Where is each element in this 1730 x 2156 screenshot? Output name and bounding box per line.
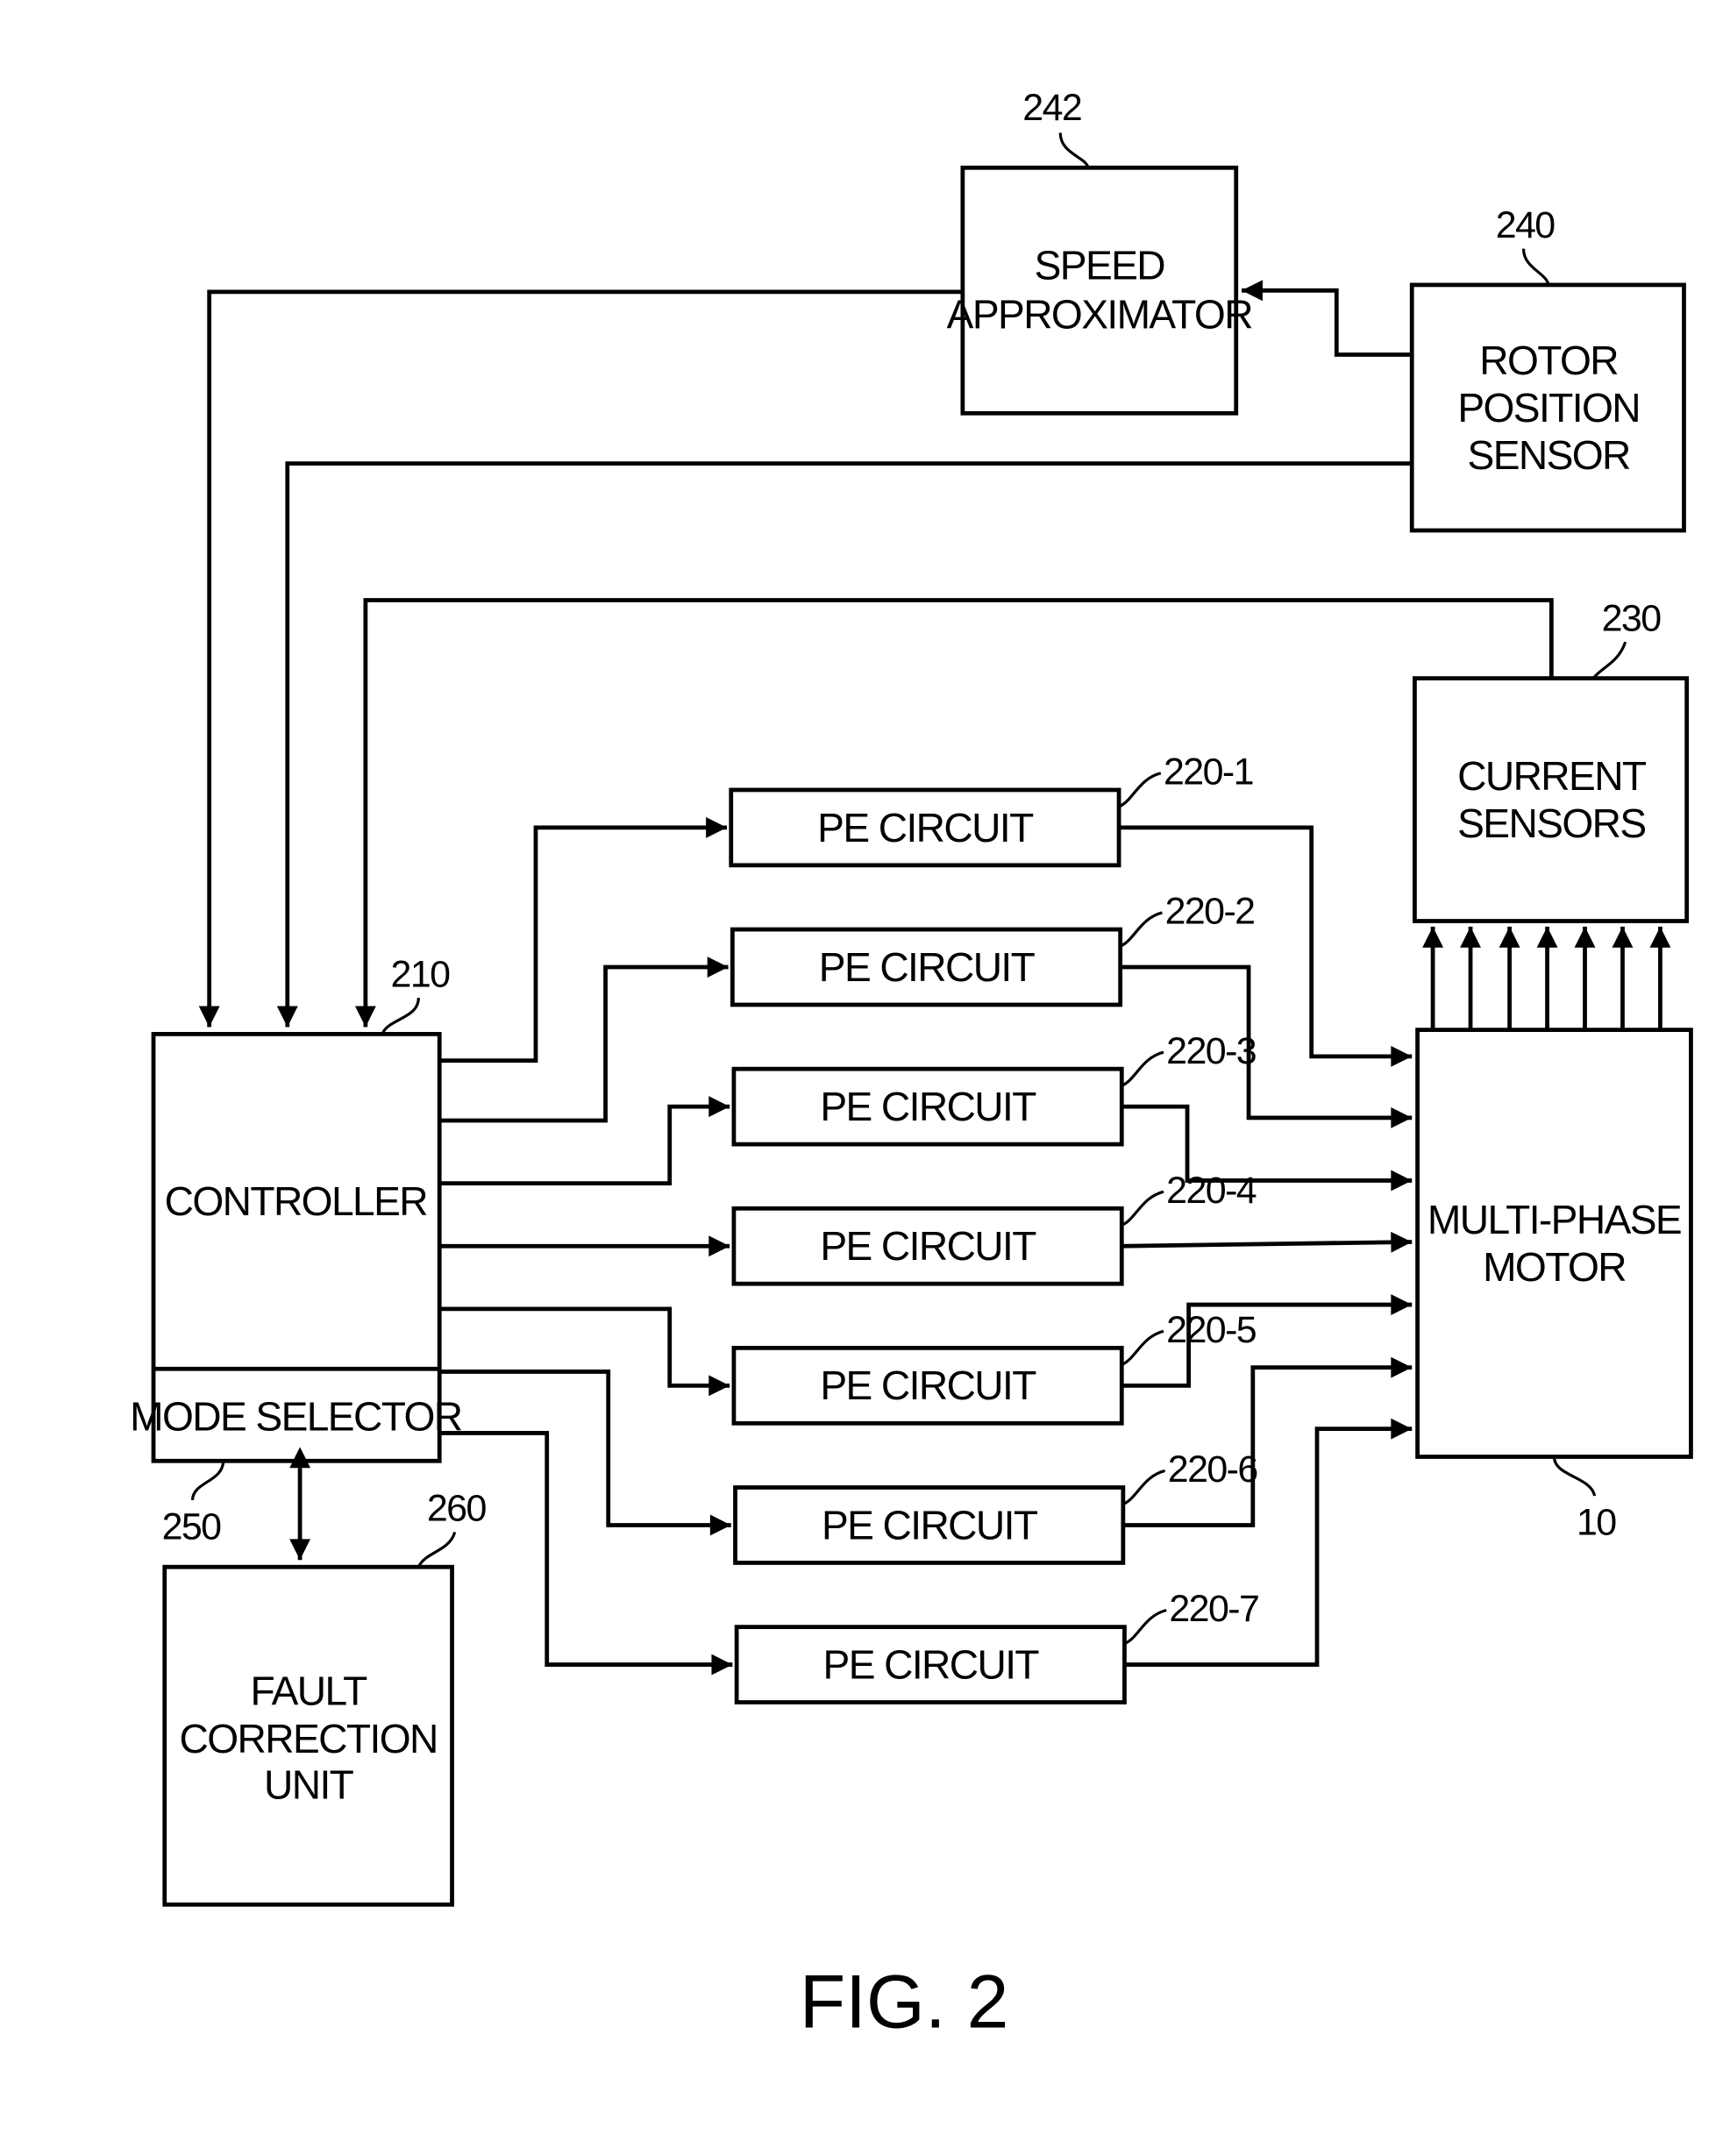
pe-to-motor-wire — [1121, 1231, 1413, 1253]
leader-line — [1119, 911, 1163, 948]
leader-line — [1521, 248, 1550, 286]
leader-line — [1121, 1329, 1164, 1366]
fault-line-3: UNIT — [264, 1761, 354, 1807]
figure-label: FIG. 2 — [800, 1960, 1009, 2044]
current-sensors-line-2: SENSORS — [1457, 800, 1645, 846]
ref-210: 210 — [391, 953, 451, 995]
pe-circuit-ref: 220-7 — [1169, 1588, 1258, 1630]
pe-circuit-ref: 220-4 — [1166, 1170, 1257, 1212]
block-diagram: SPEED APPROXIMATOR 242 ROTOR POSITION SE… — [130, 87, 1693, 2044]
pe-circuit-label: PE CIRCUIT — [819, 944, 1036, 990]
pe-circuit-ref: 220-1 — [1164, 751, 1253, 793]
pe-circuit-label: PE CIRCUIT — [823, 1641, 1040, 1687]
rotor-position-sensor-block: ROTOR POSITION SENSOR — [1409, 282, 1686, 533]
controller-to-pe-wire — [439, 1431, 733, 1676]
pe-circuit-label: PE CIRCUIT — [820, 1223, 1036, 1269]
rotor-line-2: POSITION — [1457, 385, 1640, 430]
controller-block: CONTROLLER MODE SELECTOR — [130, 1031, 463, 1463]
rotor-line-3: SENSOR — [1468, 432, 1631, 478]
pe-circuit-ref: 220-3 — [1166, 1030, 1256, 1072]
speed-approximator-block: SPEED APPROXIMATOR — [947, 165, 1254, 416]
pe-circuit-label: PE CIRCUIT — [820, 1084, 1036, 1129]
speed-approximator-line-2: APPROXIMATOR — [947, 291, 1253, 337]
pe-circuit-label: PE CIRCUIT — [820, 1363, 1036, 1408]
pe-to-motor-wire — [1120, 964, 1413, 1128]
pe-circuit-5: PE CIRCUIT 220-5 — [439, 1294, 1413, 1426]
leader-line — [1552, 1456, 1597, 1497]
fault-line-1: FAULT — [251, 1669, 368, 1714]
leader-line — [1121, 1190, 1164, 1227]
ref-260: 260 — [427, 1488, 487, 1530]
ref-230: 230 — [1602, 598, 1662, 640]
pe-to-motor-wire — [1122, 1356, 1413, 1527]
leader-line — [1118, 772, 1162, 808]
ref-250: 250 — [162, 1505, 222, 1548]
pe-circuits: PE CIRCUIT220-1PE CIRCUIT220-2PE CIRCUIT… — [439, 751, 1413, 1704]
speed-to-controller-wire — [198, 289, 963, 1028]
pe-circuit-7: PE CIRCUIT 220-7 — [439, 1418, 1413, 1704]
pe-circuit-1: PE CIRCUIT 220-1 — [439, 751, 1413, 1067]
pe-circuit-ref: 220-5 — [1166, 1309, 1257, 1351]
rotor-to-speed-wire — [1242, 280, 1413, 357]
mode-selector-label: MODE SELECTOR — [130, 1393, 462, 1439]
ref-242: 242 — [1022, 87, 1081, 129]
pe-circuit-4: PE CIRCUIT 220-4 — [439, 1170, 1413, 1286]
controller-to-pe-wire — [439, 1306, 730, 1397]
motor-line-1: MULTI-PHASE — [1427, 1197, 1681, 1242]
leader-line — [381, 997, 420, 1035]
ref-10: 10 — [1577, 1502, 1616, 1544]
rotor-line-1: ROTOR — [1479, 338, 1618, 383]
pe-to-motor-wire — [1119, 825, 1413, 1067]
pe-circuit-ref: 220-2 — [1165, 891, 1255, 933]
fault-correction-unit-block: FAULT CORRECTION UNIT — [162, 1564, 454, 1907]
pe-circuit-ref: 220-6 — [1168, 1448, 1257, 1491]
motor-line-2: MOTOR — [1483, 1244, 1626, 1290]
fault-line-2: CORRECTION — [180, 1716, 438, 1761]
controller-to-pe-wire — [439, 1096, 730, 1186]
motor-to-sensor-arrows — [1422, 926, 1671, 1030]
leader-line — [1123, 1608, 1167, 1646]
leader-line — [1121, 1050, 1164, 1087]
pe-circuit-label: PE CIRCUIT — [817, 805, 1034, 850]
controller-to-pe-wire — [439, 957, 729, 1123]
leader-line — [416, 1531, 457, 1568]
leader-line — [1058, 132, 1090, 168]
pe-circuit-label: PE CIRCUIT — [822, 1502, 1038, 1548]
controller-to-pe-wire — [439, 816, 727, 1063]
speed-approximator-line-1: SPEED — [1035, 243, 1165, 288]
pe-circuit-3: PE CIRCUIT 220-3 — [439, 1030, 1413, 1192]
controller-label: CONTROLLER — [165, 1178, 428, 1224]
current-sensors-block: CURRENT SENSORS — [1413, 676, 1690, 923]
pe-to-motor-wire — [1121, 1294, 1413, 1388]
ref-240: 240 — [1496, 204, 1556, 246]
multi-phase-motor-block: MULTI-PHASE MOTOR — [1415, 1028, 1693, 1459]
leader-line — [1122, 1469, 1166, 1506]
leader-line — [190, 1461, 225, 1501]
leader-line — [1591, 641, 1627, 680]
current-sensors-line-1: CURRENT — [1457, 753, 1647, 799]
